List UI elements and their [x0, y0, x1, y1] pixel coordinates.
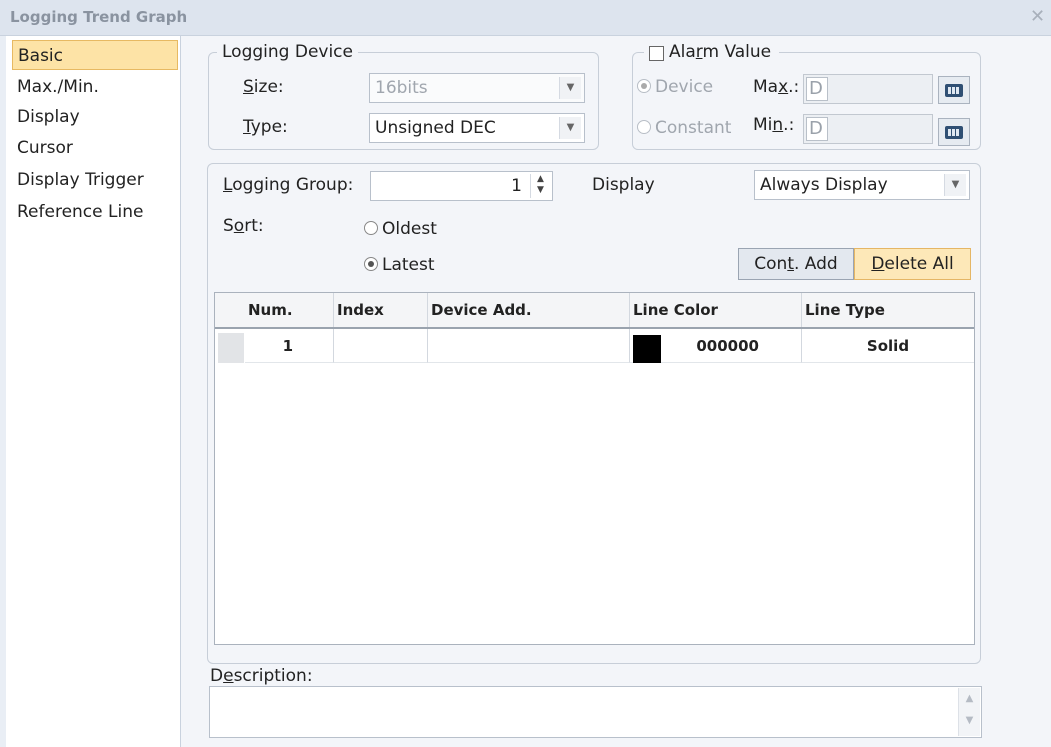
size-combo[interactable]: 16bits ▼: [369, 73, 585, 103]
size-value: 16bits: [375, 78, 428, 98]
column-header-index[interactable]: Index: [333, 293, 427, 327]
cont-add-button[interactable]: Cont. Add: [738, 248, 854, 280]
min-device-field[interactable]: D: [803, 114, 933, 144]
description-textarea[interactable]: ▲ ▼: [209, 686, 982, 738]
column-header-device-add[interactable]: Device Add.: [427, 293, 629, 327]
main-panel: Logging Device Size: 16bits ▼ Type: Unsi…: [181, 36, 1051, 747]
column-header-num[interactable]: Num.: [245, 293, 333, 327]
display-combo[interactable]: Always Display ▼: [754, 170, 970, 200]
table-cell-line-type[interactable]: Solid: [801, 329, 974, 363]
min-keypad-button[interactable]: [938, 118, 970, 146]
alarm-constant-radio[interactable]: Constant: [637, 118, 731, 138]
table-cell-device-add[interactable]: [427, 329, 629, 363]
radio-on-icon: [637, 79, 651, 93]
sidebar: Basic Max./Min. Display Cursor Display T…: [6, 36, 181, 747]
chevron-down-icon[interactable]: ▼: [559, 117, 581, 139]
max-label: Max.:: [753, 77, 800, 97]
alarm-value-checkbox[interactable]: [649, 46, 664, 61]
title-bar: Logging Trend Graph ✕: [0, 0, 1051, 36]
sort-latest-radio[interactable]: Latest: [364, 255, 435, 275]
sidebar-item-reference-line[interactable]: Reference Line: [12, 197, 178, 227]
type-combo[interactable]: Unsigned DEC ▼: [369, 113, 585, 143]
sidebar-item-basic[interactable]: Basic: [12, 40, 178, 70]
color-swatch[interactable]: [633, 335, 661, 363]
sidebar-item-max-min[interactable]: Max./Min.: [12, 72, 178, 102]
min-device-input[interactable]: D: [806, 117, 828, 141]
device-table: Num. Index Device Add. Line Color Line T…: [214, 292, 975, 645]
logging-group-label: Logging Group:: [223, 175, 354, 195]
type-label: Type:: [243, 117, 288, 137]
scrollbar[interactable]: ▲ ▼: [958, 688, 980, 736]
logging-group-stepper[interactable]: 1 ▲ ▼: [370, 171, 553, 201]
sort-label: Sort:: [223, 216, 264, 236]
max-keypad-button[interactable]: [938, 76, 970, 104]
max-device-field[interactable]: D: [803, 74, 933, 104]
description-label: Description:: [210, 666, 313, 686]
min-label: Min.:: [753, 115, 795, 135]
sidebar-item-display[interactable]: Display: [12, 102, 178, 132]
sidebar-item-cursor[interactable]: Cursor: [12, 133, 178, 163]
radio-off-icon: [364, 221, 378, 235]
close-icon[interactable]: ✕: [1030, 6, 1045, 27]
column-header-line-color[interactable]: Line Color: [629, 293, 801, 327]
logging-group-value: 1: [511, 176, 522, 196]
max-device-input[interactable]: D: [806, 77, 828, 101]
table-cell-num[interactable]: 1: [245, 329, 333, 363]
chevron-down-icon[interactable]: ▼: [559, 77, 581, 99]
alarm-value-label: Alarm Value: [669, 42, 772, 62]
keypad-icon: [945, 126, 963, 139]
window-title: Logging Trend Graph: [10, 8, 188, 26]
radio-off-icon: [637, 120, 651, 134]
sort-oldest-radio[interactable]: Oldest: [364, 219, 437, 239]
type-value: Unsigned DEC: [375, 118, 496, 138]
spin-arrows-icon[interactable]: ▲ ▼: [530, 174, 550, 198]
display-value: Always Display: [760, 175, 888, 195]
display-label: Display: [592, 175, 655, 195]
logging-device-legend: Logging Device: [222, 42, 353, 62]
chevron-down-icon[interactable]: ▼: [944, 174, 966, 196]
sidebar-item-display-trigger[interactable]: Display Trigger: [12, 165, 178, 195]
radio-on-icon: [364, 257, 378, 271]
row-selector[interactable]: [218, 333, 244, 363]
table-cell-index[interactable]: [333, 329, 427, 363]
delete-all-button[interactable]: Delete All: [854, 248, 971, 280]
keypad-icon: [945, 84, 963, 97]
table-header: Num. Index Device Add. Line Color Line T…: [215, 293, 974, 329]
alarm-legend: Alarm Value: [644, 42, 779, 64]
size-label: Size:: [243, 77, 284, 97]
column-header-line-type[interactable]: Line Type: [801, 293, 974, 327]
alarm-device-radio[interactable]: Device: [637, 77, 713, 97]
